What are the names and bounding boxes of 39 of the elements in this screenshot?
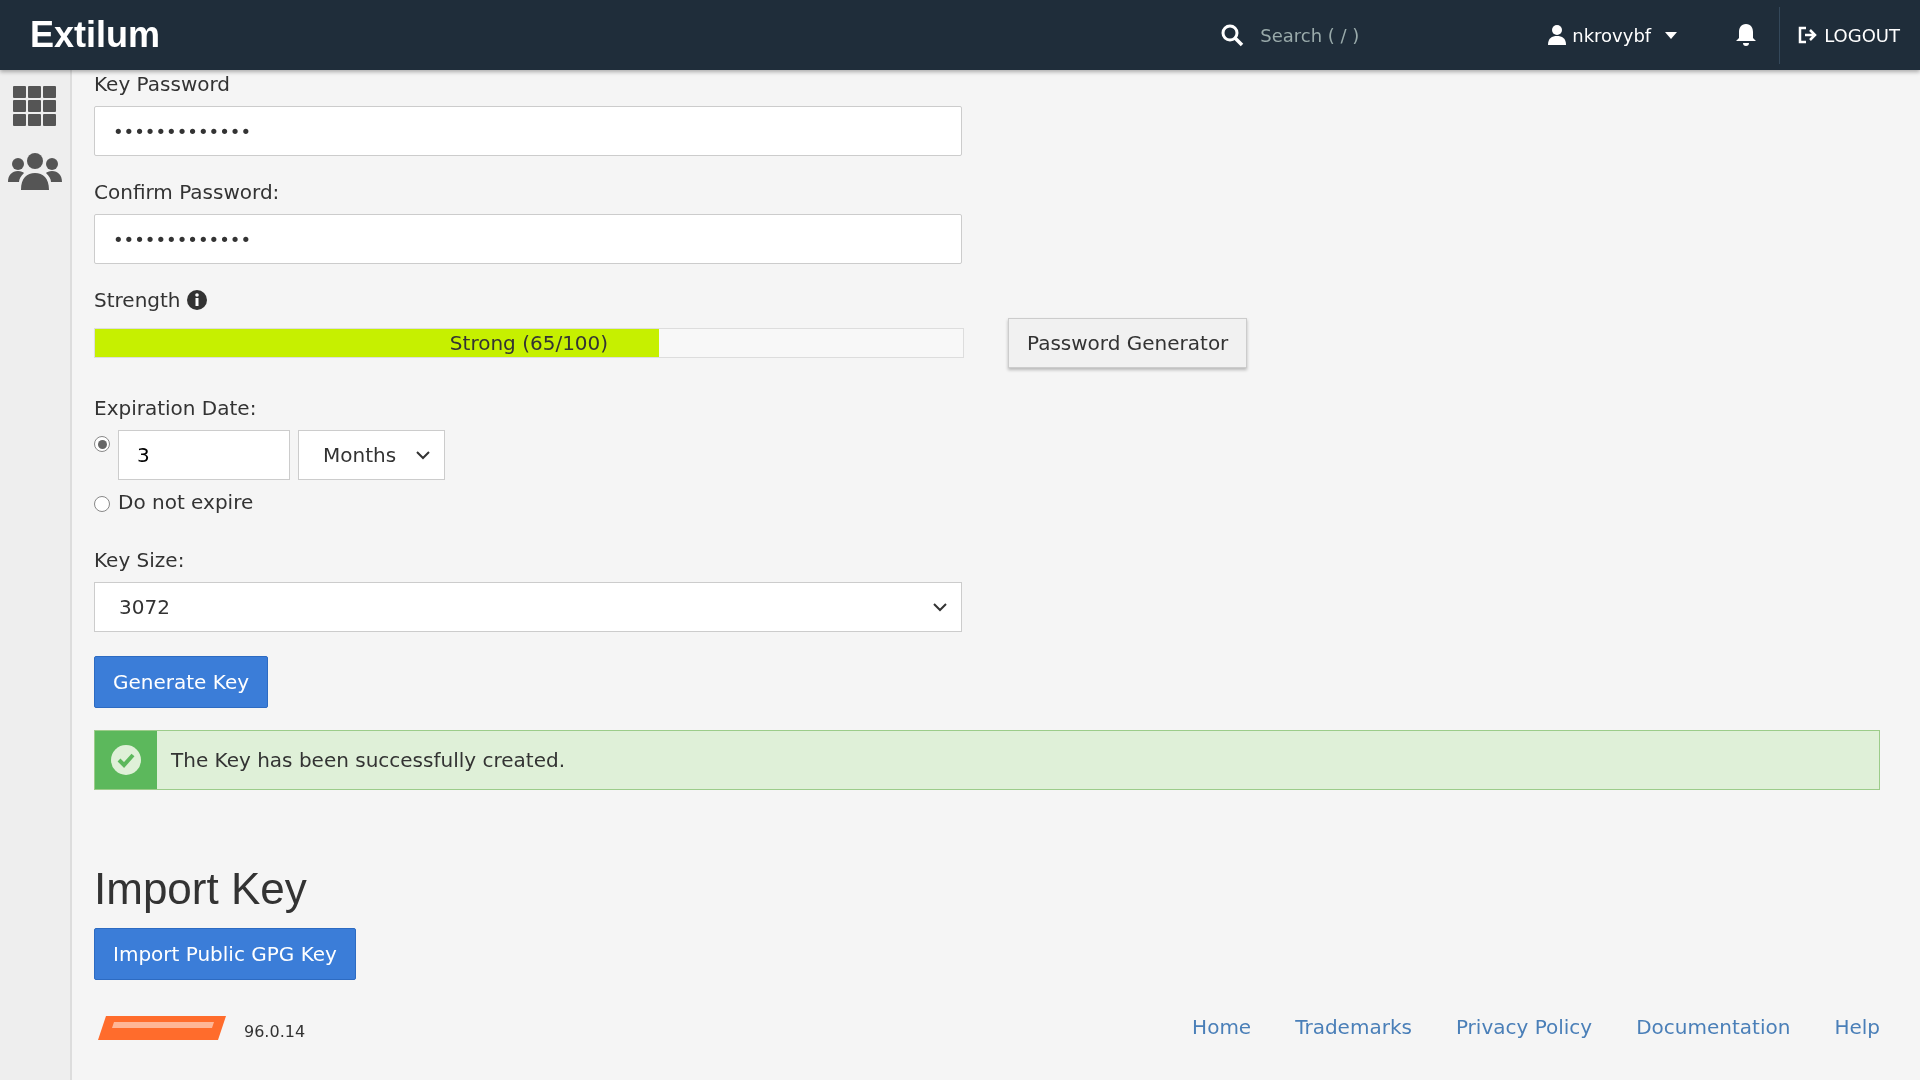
- strength-reading: Strong (65/100): [448, 331, 610, 355]
- password-field[interactable]: •••••••••••••: [94, 106, 962, 156]
- section-title: Import Key: [94, 864, 308, 914]
- field-label: Confirm Password:: [94, 180, 281, 204]
- logout-icon: [1798, 26, 1819, 44]
- footer-link[interactable]: Help: [1834, 1015, 1880, 1039]
- users-icon[interactable]: [8, 152, 62, 190]
- password-generator-button[interactable]: Password Generator: [1008, 318, 1248, 368]
- generate-key-button[interactable]: Generate Key: [94, 656, 269, 708]
- key-size-dropdown[interactable]: 3072: [94, 582, 962, 632]
- field-label: Strength: [94, 288, 181, 312]
- search-field[interactable]: Search ( / ): [1258, 23, 1443, 47]
- unit-dropdown[interactable]: Months: [298, 430, 446, 480]
- logo-text: Extilum: [30, 14, 161, 56]
- logout-button[interactable]: LOGOUT: [1779, 6, 1900, 64]
- radio-button[interactable]: [94, 496, 110, 512]
- footer-link[interactable]: Documentation: [1636, 1015, 1791, 1039]
- version-text: 96.0.14: [244, 1021, 306, 1041]
- check-icon: [111, 745, 141, 775]
- field-label: Expiration Date:: [94, 396, 258, 420]
- import-key-button[interactable]: Import Public GPG Key: [94, 928, 356, 980]
- radio-label: Do not expire: [118, 490, 254, 514]
- user-icon: [1548, 25, 1567, 45]
- duration-field[interactable]: 3: [118, 430, 290, 480]
- field-label: Key Size:: [94, 548, 186, 572]
- success-message: The Key has been successfully created.: [170, 748, 565, 772]
- bell-icon[interactable]: [1735, 23, 1758, 47]
- user-menu[interactable]: nkrovybf: [1542, 23, 1686, 47]
- info-icon[interactable]: [186, 290, 207, 310]
- radio-button[interactable]: [94, 436, 110, 452]
- footer-link[interactable]: Privacy Policy: [1455, 1015, 1593, 1039]
- field-label: Key Password: [94, 72, 232, 96]
- search-icon[interactable]: [1220, 23, 1245, 47]
- footer-link[interactable]: Trademarks: [1295, 1015, 1412, 1039]
- footer-link[interactable]: Home: [1192, 1015, 1252, 1039]
- chevron-icon: [416, 450, 431, 460]
- grid-icon[interactable]: [13, 86, 57, 126]
- password-field[interactable]: •••••••••••••: [94, 214, 962, 264]
- chevron-icon: [933, 602, 947, 612]
